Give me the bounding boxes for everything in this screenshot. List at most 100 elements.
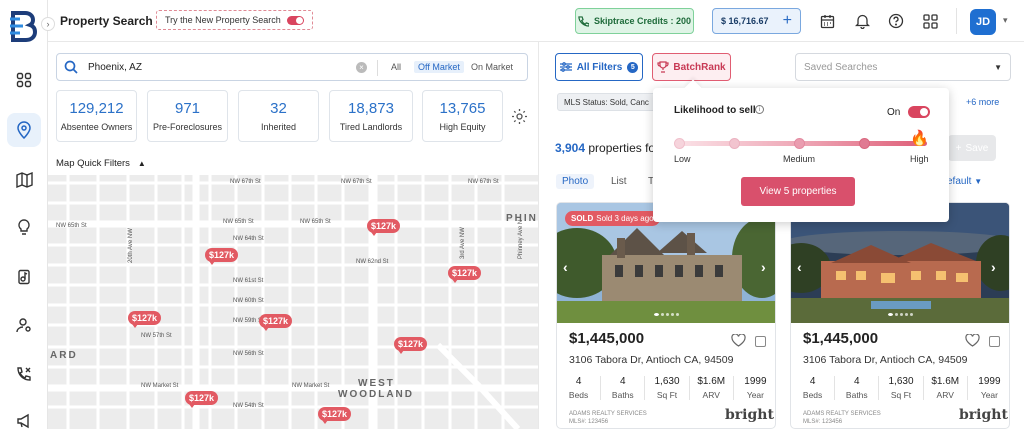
map-price-pin[interactable]: $127k xyxy=(205,248,239,265)
collapse-sidebar-button[interactable]: › xyxy=(41,17,55,31)
batchrank-label: BatchRank xyxy=(673,61,726,73)
calendar-icon[interactable] xyxy=(818,12,836,30)
market-filter-on-market[interactable]: On Market xyxy=(467,61,517,73)
gear-icon[interactable] xyxy=(511,108,528,128)
user-avatar[interactable]: JD xyxy=(970,9,996,35)
slider-stop[interactable] xyxy=(674,138,685,149)
street-label: NW 64th St xyxy=(233,236,264,242)
neighborhood-label: ARD xyxy=(50,350,78,361)
tab-photo[interactable]: Photo xyxy=(556,174,595,189)
batchrank-popover: Likelihood to sell i On 🔥 Low Medium Hig… xyxy=(653,79,949,222)
previous-photo-icon[interactable]: ‹ xyxy=(797,259,802,275)
info-icon[interactable]: i xyxy=(755,105,764,114)
view-properties-button[interactable]: View 5 properties xyxy=(741,177,855,206)
previous-photo-icon[interactable]: ‹ xyxy=(563,259,568,275)
arv-value: $1.6M xyxy=(697,376,726,387)
next-photo-icon[interactable]: › xyxy=(991,259,996,275)
year-value: 1999 xyxy=(744,376,767,387)
map-icon[interactable] xyxy=(7,163,41,197)
property-map[interactable]: NW 65th St NW 65th St NW 65th St NW 67th… xyxy=(48,175,538,429)
map-price-pin[interactable]: $127k xyxy=(318,407,352,424)
dashboard-icon[interactable] xyxy=(7,63,41,97)
more-filters-link[interactable]: +6 more xyxy=(966,97,999,107)
stat-card-inherited[interactable]: 32 Inherited xyxy=(238,90,319,142)
property-stats: 4 Beds 4 Baths 1,630 Sq Ft $1.6M ARV 1999 Yea… xyxy=(791,376,1009,400)
street-label: NW 67th St xyxy=(230,179,261,185)
filter-count-badge: 5 xyxy=(627,61,639,73)
results-count-suffix: properties fo xyxy=(588,141,656,155)
stat-value: 32 xyxy=(270,100,287,117)
street-label: 3rd Ave NW xyxy=(460,227,466,259)
map-pin-icon[interactable] xyxy=(7,113,41,147)
try-new-search-toggle[interactable]: Try the New Property Search xyxy=(156,10,313,30)
select-property-checkbox[interactable] xyxy=(989,336,1000,347)
sqft-value: 1,630 xyxy=(888,376,914,387)
arv-value: $1.6M xyxy=(931,376,960,387)
stat-card-high-equity[interactable]: 13,765 High Equity xyxy=(422,90,503,142)
batchrank-button[interactable]: BatchRank xyxy=(652,53,731,81)
save-search-button[interactable]: + Save xyxy=(948,135,996,161)
map-price-pin[interactable]: $127k xyxy=(128,311,162,328)
likelihood-toggle-switch[interactable] xyxy=(908,106,930,118)
slider-stop[interactable] xyxy=(794,138,805,149)
slider-stop[interactable] xyxy=(859,138,870,149)
music-note-icon[interactable] xyxy=(7,260,41,294)
property-card[interactable]: ‹ › $1,445,000 3106 Tabora Dr, Antioch C… xyxy=(790,202,1010,429)
slider-tick-low: Low xyxy=(674,154,691,164)
account-menu-caret-icon[interactable]: ▾ xyxy=(1003,15,1008,26)
left-sidebar: › xyxy=(0,0,55,429)
phone-icon[interactable] xyxy=(7,357,41,391)
slider-stop[interactable] xyxy=(729,138,740,149)
trophy-icon xyxy=(657,61,669,73)
street-label: NW 65th St xyxy=(300,219,331,225)
map-price-pin[interactable]: $127k xyxy=(394,337,428,354)
all-filters-button[interactable]: All Filters 5 xyxy=(555,53,643,81)
fire-icon[interactable]: 🔥 xyxy=(910,129,929,147)
page-title: Property Search xyxy=(60,14,153,28)
street-label: Phinney Ave N xyxy=(518,219,524,259)
slider-tick-high: High xyxy=(910,154,929,164)
saved-searches-select[interactable]: Saved Searches ▼ xyxy=(795,53,1011,81)
stat-card-pre-foreclosures[interactable]: 971 Pre-Foreclosures xyxy=(147,90,228,142)
map-price-pin[interactable]: $127k xyxy=(448,266,482,283)
map-quick-filters-toggle[interactable]: Map Quick Filters ▲ xyxy=(56,158,146,169)
stat-card-tired-landlords[interactable]: 18,873 Tired Landlords xyxy=(329,90,413,142)
skiptrace-credits-badge[interactable]: Skiptrace Credits : 200 xyxy=(575,8,694,34)
megaphone-icon[interactable] xyxy=(7,404,41,438)
property-stats: 4 Beds 4 Baths 1,630 Sq Ft $1.6M ARV 1999 Yea… xyxy=(557,376,775,400)
chevron-down-icon: ▼ xyxy=(994,62,1002,72)
favorite-heart-icon[interactable] xyxy=(965,333,980,350)
map-price-pin[interactable]: $127k xyxy=(367,219,401,236)
top-bar: Property Search Try the New Property Sea… xyxy=(48,0,1024,42)
property-card[interactable]: SOLD Sold 3 days ago ‹ › $1,445,000 3106 … xyxy=(556,202,776,429)
stat-card-absentee-owners[interactable]: 129,212 Absentee Owners xyxy=(56,90,137,142)
batch-logo[interactable] xyxy=(8,10,38,42)
map-price-pin[interactable]: $127k xyxy=(185,391,219,408)
wallet-balance-button[interactable]: $ 16,716.67 + xyxy=(712,8,801,34)
bell-icon[interactable] xyxy=(853,12,871,30)
sort-select[interactable]: efault ▼ xyxy=(947,176,982,187)
lightbulb-icon[interactable] xyxy=(7,210,41,244)
add-funds-icon[interactable]: + xyxy=(783,12,792,30)
location-search-bar[interactable]: Phoenix, AZ × All Off Market On Market xyxy=(56,53,528,81)
market-filter-off-market[interactable]: Off Market xyxy=(414,61,464,73)
results-count: 3,904 properties fo xyxy=(555,141,655,155)
clear-search-icon[interactable]: × xyxy=(356,62,367,73)
property-price: $1,445,000 xyxy=(569,330,645,347)
favorite-heart-icon[interactable] xyxy=(731,333,746,350)
search-input[interactable]: Phoenix, AZ xyxy=(88,62,142,73)
help-icon[interactable] xyxy=(887,12,905,30)
mls-status-filter-chip[interactable]: MLS Status: Sold, Canc xyxy=(557,93,656,111)
map-price-pin[interactable]: $127k xyxy=(259,314,293,331)
all-filters-label: All Filters xyxy=(576,61,623,73)
tab-list[interactable]: List xyxy=(611,176,627,187)
promo-toggle-switch[interactable] xyxy=(286,15,304,25)
street-label: NW 62nd St xyxy=(356,259,389,265)
user-settings-icon[interactable] xyxy=(7,308,41,342)
street-label: NW 56th St xyxy=(233,351,264,357)
market-filter-all[interactable]: All xyxy=(387,61,405,73)
select-property-checkbox[interactable] xyxy=(755,336,766,347)
next-photo-icon[interactable]: › xyxy=(761,259,766,275)
apps-grid-icon[interactable] xyxy=(921,12,939,30)
search-icon xyxy=(64,60,78,77)
